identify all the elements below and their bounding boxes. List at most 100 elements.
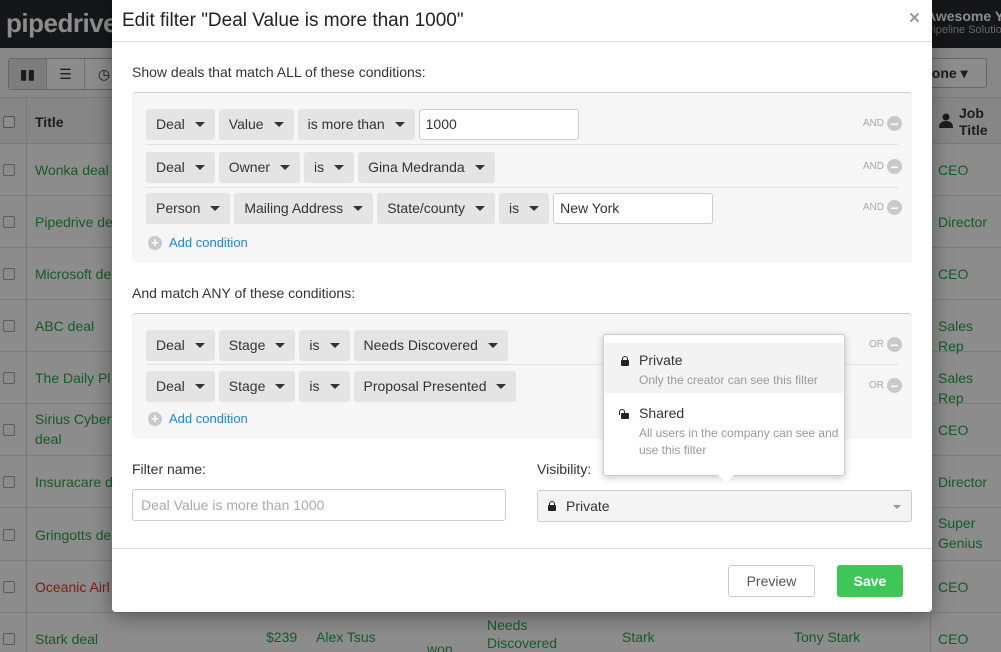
condition-select-label: Stage [228,337,266,353]
option-title: Private [639,352,683,368]
condition-select[interactable]: Deal [146,329,215,361]
lock-icon [548,501,556,511]
chevron-down-icon [275,383,286,389]
condition-select-label: is [509,200,520,216]
close-icon[interactable]: × [909,8,920,30]
condition-select[interactable]: Value [218,108,294,140]
condition-select[interactable]: Deal [146,151,215,183]
remove-condition-icon[interactable]: − [887,116,902,131]
remove-condition-icon[interactable]: − [887,159,902,174]
add-condition-label: Add condition [169,411,248,426]
dialog-footer: Preview Save [112,548,932,612]
condition-select[interactable]: is [299,370,350,402]
condition-select-label: State/county [387,200,466,216]
condition-operator: OR − [869,378,902,393]
condition-value-input[interactable] [418,108,579,140]
condition-select-label: Deal [156,159,185,175]
condition-select[interactable]: is [499,192,550,224]
plus-icon: + [148,411,162,426]
visibility-select[interactable]: Private [537,490,912,522]
visibility-label: Visibility: [537,461,592,477]
condition-operator: AND − [863,159,902,174]
chevron-down-icon [273,121,284,127]
condition-select[interactable]: is more than [297,108,415,140]
chevron-down-icon [893,505,901,509]
chevron-down-icon [210,205,221,211]
chevron-down-icon [280,164,291,170]
chevron-down-icon [194,164,205,170]
condition-row: Deal Value is more than [146,107,579,141]
operator-label: OR [869,339,884,350]
condition-row: Person Mailing Address State/county is [146,191,714,225]
condition-select[interactable]: is [299,329,350,361]
chevron-down-icon [394,121,405,127]
condition-operator: OR − [869,337,902,352]
condition-select[interactable]: State/county [377,192,496,224]
condition-row: Deal Owner is Gina Medranda [146,150,499,184]
visibility-option-private[interactable]: Private Only the creator can see this fi… [605,343,843,393]
condition-select-label: Gina Medranda [368,159,465,175]
condition-select-label: is [309,378,320,394]
divider [146,187,898,188]
condition-select[interactable]: Owner [218,151,301,183]
remove-condition-icon[interactable]: − [887,378,902,393]
condition-select-label: Deal [156,378,185,394]
filter-name-input[interactable] [132,489,506,521]
chevron-down-icon [329,342,340,348]
condition-select-label: is [309,337,320,353]
condition-select[interactable]: Mailing Address [234,192,374,224]
condition-select-label: Value [228,116,264,132]
condition-select-label: Deal [156,116,185,132]
add-condition-any-link[interactable]: + Add condition [148,411,248,426]
chevron-down-icon [275,342,286,348]
plus-icon: + [148,235,162,250]
edit-filter-dialog: Edit filter "Deal Value is more than 100… [112,0,932,612]
condition-select[interactable]: Needs Discovered [353,329,508,361]
unlock-icon [619,409,629,419]
remove-condition-icon[interactable]: − [887,337,902,352]
visibility-option-shared[interactable]: Shared All users in the company can see … [605,405,843,465]
operator-label: OR [869,380,884,391]
condition-select[interactable]: is [304,151,355,183]
save-button[interactable]: Save [837,565,903,597]
chevron-down-icon [496,383,507,389]
visibility-value: Private [566,498,610,514]
condition-select[interactable]: Deal [146,108,215,140]
condition-select-label: Proposal Presented [363,378,487,394]
condition-select[interactable]: Stage [218,329,296,361]
condition-select[interactable]: Proposal Presented [353,370,517,402]
any-conditions-label: And match ANY of these conditions: [132,285,356,301]
chevron-down-icon [529,205,540,211]
option-description: Only the creator can see this filter [639,373,818,387]
condition-select[interactable]: Stage [218,370,296,402]
chevron-down-icon [194,342,205,348]
condition-select-label: is [314,159,325,175]
operator-label: AND [862,161,884,172]
condition-select[interactable]: Deal [146,370,215,402]
option-title: Shared [639,405,685,421]
visibility-dropdown: Private Only the creator can see this fi… [603,334,845,483]
condition-value-input[interactable] [553,192,714,224]
chevron-down-icon [487,342,498,348]
all-conditions-box: DealValueis more thanAND−DealOwnerisGina… [132,92,912,263]
chevron-down-icon [334,164,345,170]
remove-condition-icon[interactable]: − [887,200,902,215]
operator-label: AND [862,118,884,129]
dialog-title: Edit filter "Deal Value is more than 100… [122,10,464,31]
add-condition-label: Add condition [169,235,248,250]
condition-select-label: Deal [156,337,185,353]
condition-select[interactable]: Person [146,192,231,224]
condition-operator: AND − [863,116,902,131]
condition-select-label: Mailing Address [244,200,344,216]
all-conditions-label: Show deals that match ALL of these condi… [132,64,426,80]
condition-select-label: is more than [307,116,385,132]
add-condition-all-link[interactable]: + Add condition [148,235,248,250]
condition-select[interactable]: Gina Medranda [358,151,495,183]
dialog-header: Edit filter "Deal Value is more than 100… [112,0,932,42]
condition-select-label: Stage [228,378,266,394]
operator-label: AND [862,202,884,213]
chevron-down-icon [353,205,364,211]
preview-button[interactable]: Preview [728,565,815,597]
condition-row: Deal Stage is Needs Discovered [146,328,512,362]
chevron-down-icon [194,383,205,389]
